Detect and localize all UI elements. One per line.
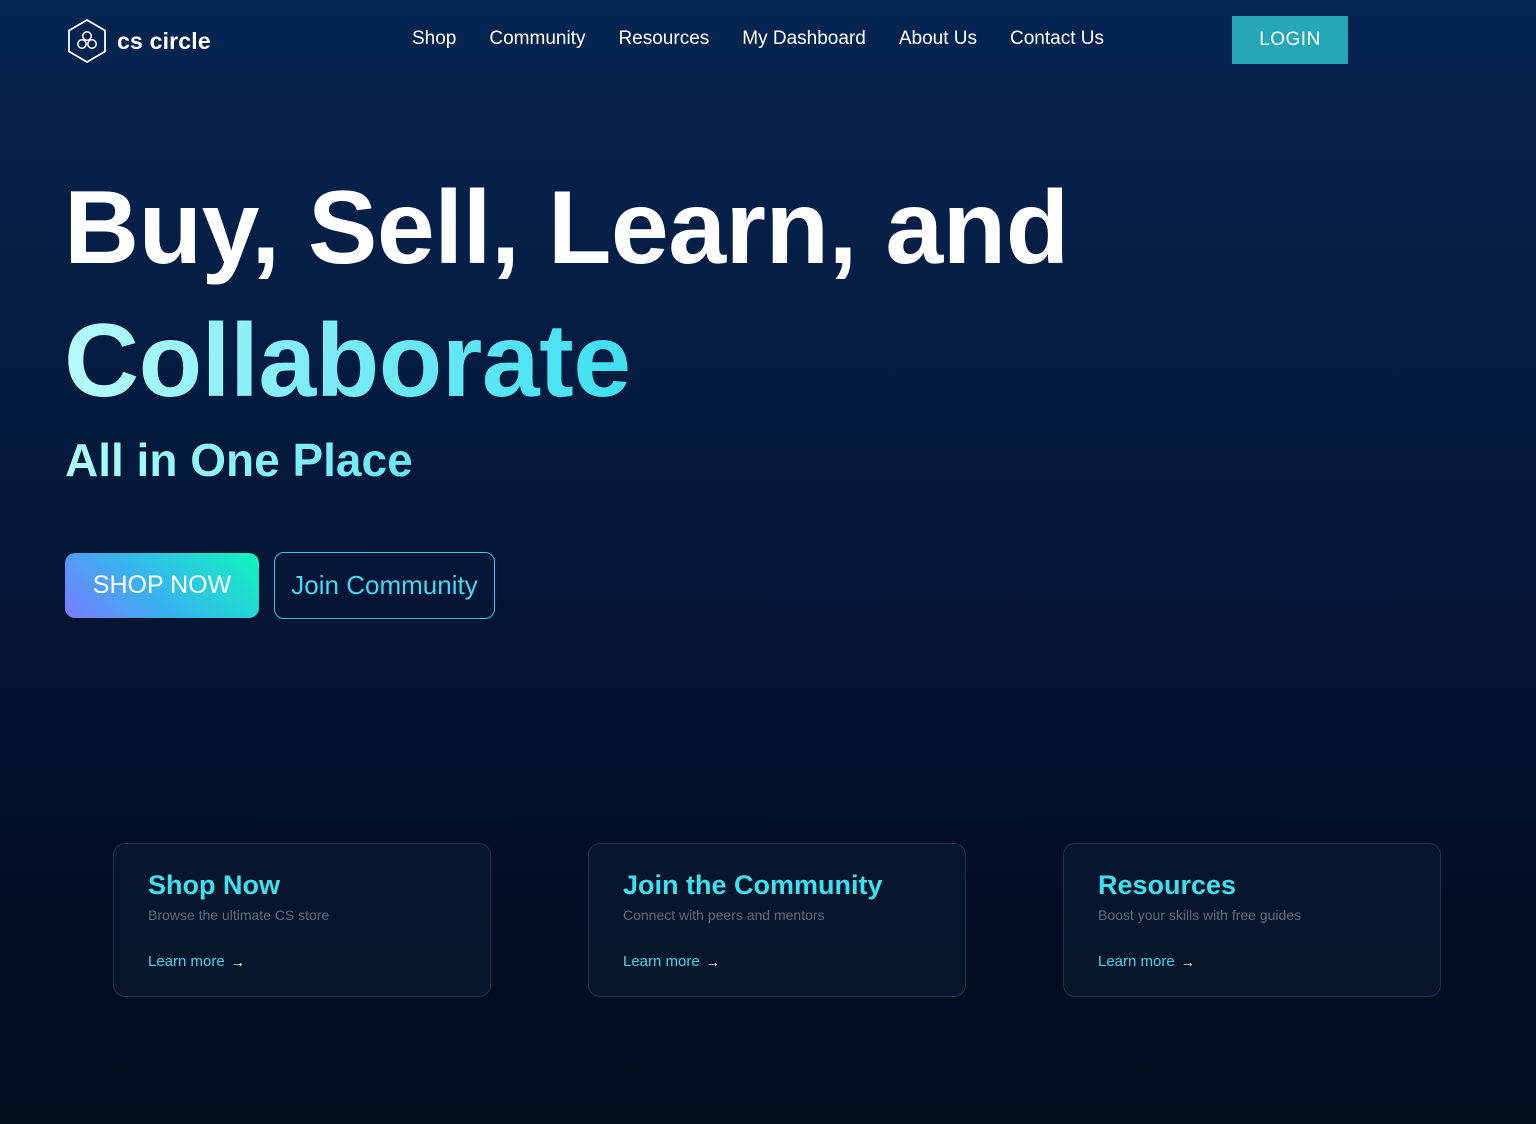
hero-subtitle: All in One Place [65, 434, 413, 486]
login-button[interactable]: LOGIN [1232, 16, 1348, 64]
card-description: Browse the ultimate CS store [148, 907, 330, 923]
shop-now-button[interactable]: SHOP NOW [65, 553, 259, 618]
learn-more-link[interactable]: Learn more → [1098, 953, 1195, 970]
nav-link-about-us[interactable]: About Us [899, 28, 977, 50]
learn-more-link[interactable]: Learn more → [148, 953, 245, 970]
nav-link-contact-us[interactable]: Contact Us [1010, 28, 1104, 50]
hero-headline: Buy, Sell, Learn, and [64, 170, 1069, 286]
learn-more-label: Learn more [148, 953, 225, 970]
nav-link-shop[interactable]: Shop [412, 28, 456, 50]
card-resources: Resources Boost your skills with free gu… [1063, 843, 1441, 997]
hexagon-circles-logo-icon [68, 18, 106, 64]
nav-link-my-dashboard[interactable]: My Dashboard [742, 28, 866, 50]
card-description: Boost your skills with free guides [1098, 907, 1302, 923]
arrow-right-icon: → [1180, 953, 1195, 970]
card-join-community: Join the Community Connect with peers an… [588, 843, 966, 997]
top-navbar: cs circle Shop Community Resources My Da… [0, 0, 1536, 80]
nav-link-resources[interactable]: Resources [618, 28, 709, 50]
brand-name: cs circle [117, 27, 211, 54]
join-community-button[interactable]: Join Community [274, 552, 495, 619]
arrow-right-icon: → [230, 953, 245, 970]
card-title: Shop Now [148, 870, 280, 900]
card-title: Resources [1098, 870, 1237, 900]
brand[interactable]: cs circle [66, 18, 211, 64]
hero-headline-highlight: Collaborate [64, 299, 631, 423]
learn-more-link[interactable]: Learn more → [623, 953, 720, 970]
learn-more-label: Learn more [1098, 953, 1175, 970]
arrow-right-icon: → [705, 953, 720, 970]
card-description: Connect with peers and mentors [623, 907, 825, 923]
nav-link-community[interactable]: Community [489, 28, 585, 50]
card-shop-now: Shop Now Browse the ultimate CS store Le… [113, 843, 491, 997]
main-nav: Shop Community Resources My Dashboard Ab… [412, 28, 1104, 50]
card-title: Join the Community [623, 870, 883, 900]
learn-more-label: Learn more [623, 953, 700, 970]
